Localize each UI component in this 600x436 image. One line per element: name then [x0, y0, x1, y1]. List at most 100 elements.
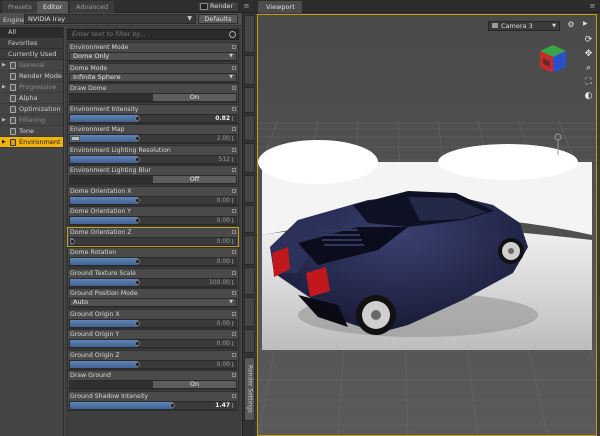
viewport-options-icon[interactable]: ▶ — [583, 20, 588, 27]
slider-knob[interactable] — [135, 218, 141, 223]
property-dropdown[interactable]: Auto ▼ — [69, 298, 237, 307]
orbit-icon[interactable]: ⟳ — [583, 35, 594, 46]
category-item[interactable]: Optimization — [0, 104, 63, 115]
property-options-icon[interactable] — [232, 373, 236, 377]
slider-knob[interactable] — [70, 238, 76, 244]
expand-icon[interactable]: ▶ — [2, 60, 6, 71]
property-options-icon[interactable] — [232, 393, 236, 398]
pan-icon[interactable]: ✥ — [583, 49, 594, 60]
slider-knob[interactable] — [135, 361, 141, 367]
value-slider[interactable]: 0.00 — [69, 339, 237, 348]
category-item[interactable]: ▶ General — [0, 60, 63, 71]
viewport-menu-icon[interactable]: ≡ — [588, 2, 597, 11]
property-options-icon[interactable] — [232, 352, 236, 357]
tab-advanced[interactable]: Advanced — [70, 1, 115, 13]
slider-value[interactable]: 100.00 — [209, 279, 230, 286]
category-item[interactable]: Render Mode — [0, 71, 63, 82]
property-options-icon[interactable] — [232, 65, 236, 70]
property-options-icon[interactable] — [232, 332, 236, 336]
slider-knob[interactable] — [135, 197, 141, 203]
side-tab-render-settings[interactable]: Render Settings — [244, 357, 255, 421]
value-slider[interactable]: 0.00 — [69, 257, 237, 266]
property-options-icon[interactable] — [232, 45, 236, 49]
value-slider[interactable]: 0.00 — [69, 359, 237, 369]
slider-value[interactable]: 0.00 — [217, 258, 230, 265]
property-options-icon[interactable] — [232, 106, 236, 111]
slider-knob[interactable] — [135, 115, 141, 121]
slider-knob[interactable] — [135, 156, 141, 162]
expand-icon[interactable]: ▶ — [2, 137, 6, 148]
property-dropdown[interactable]: Infinite Sphere ▼ — [69, 72, 237, 82]
value-slider[interactable]: 0.00 — [69, 216, 237, 225]
property-toggle[interactable]: On — [69, 380, 237, 389]
category-item[interactable]: ▶ Environment — [0, 137, 63, 148]
side-tab-7[interactable] — [244, 205, 255, 233]
slider-knob[interactable] — [135, 259, 141, 264]
slider-value[interactable]: 0.00 — [217, 197, 230, 204]
slider-value[interactable]: 0.82 — [215, 115, 230, 122]
slider-knob[interactable] — [135, 136, 141, 141]
value-slider[interactable]: 0.00 — [69, 195, 237, 205]
category-item[interactable]: Alpha — [0, 93, 63, 104]
property-toggle[interactable]: Off — [69, 175, 237, 184]
side-tab-8[interactable] — [244, 235, 255, 265]
slider-value[interactable]: 0.00 — [217, 361, 230, 368]
category-item[interactable]: Currently Used — [0, 49, 63, 60]
tab-viewport[interactable]: Viewport — [258, 1, 302, 13]
map-thumbnail[interactable] — [71, 136, 80, 141]
property-options-icon[interactable] — [232, 188, 236, 193]
property-options-icon[interactable] — [232, 86, 236, 90]
slider-value[interactable]: 2.00 — [217, 135, 230, 142]
render-button[interactable]: Render — [197, 1, 239, 12]
value-slider[interactable]: 0.00 — [69, 318, 237, 328]
zoom-icon[interactable]: ⌕ — [583, 63, 594, 74]
slider-value[interactable]: 0.00 — [217, 320, 230, 327]
side-tab-5[interactable] — [244, 143, 255, 173]
camera-select[interactable]: Camera 3 ▼ — [488, 21, 560, 31]
tab-presets[interactable]: Presets — [2, 1, 38, 13]
property-options-icon[interactable] — [232, 147, 236, 152]
slider-value[interactable]: 0.00 — [217, 238, 230, 245]
property-options-icon[interactable] — [232, 168, 236, 172]
property-options-icon[interactable] — [232, 250, 236, 254]
slider-knob[interactable] — [135, 279, 141, 285]
pane-menu-icon[interactable]: ≡ — [242, 2, 251, 11]
slider-value[interactable]: 1.47 — [215, 402, 230, 409]
slider-value[interactable]: 512 — [219, 156, 230, 163]
value-slider[interactable]: 0.82 — [69, 113, 237, 123]
value-slider[interactable]: 0.00 — [69, 236, 237, 246]
side-tab-2[interactable] — [244, 55, 255, 85]
category-item[interactable]: Tone Mapping — [0, 126, 63, 146]
side-tab-9[interactable] — [244, 267, 255, 295]
side-tab-1[interactable] — [244, 15, 255, 53]
slider-knob[interactable] — [169, 402, 175, 408]
property-options-icon[interactable] — [232, 127, 236, 131]
expand-icon[interactable]: ▶ — [2, 115, 6, 126]
reset-view-icon[interactable]: ◐ — [583, 91, 594, 102]
category-item[interactable]: ▶ Progressive ... — [0, 82, 63, 102]
category-item[interactable]: All — [0, 27, 63, 38]
expand-icon[interactable]: ▶ — [2, 82, 6, 93]
environment-map-slider[interactable]: 2.00 — [69, 134, 237, 143]
category-item[interactable]: Favorites — [0, 38, 63, 49]
frame-icon[interactable]: ⛶ — [583, 77, 594, 88]
viewport[interactable]: Camera 3 ▼ ⚙ ▶ ⟳ ✥ ⌕ ⛶ ◐ — [257, 14, 597, 436]
side-tab-4[interactable] — [244, 115, 255, 141]
defaults-button[interactable]: Defaults — [198, 14, 238, 24]
navcube-icon[interactable] — [538, 43, 568, 79]
gear-icon[interactable]: ⚙ — [566, 20, 576, 30]
tab-editor[interactable]: Editor — [37, 1, 69, 13]
category-item[interactable]: ▶ Filtering — [0, 115, 63, 126]
slider-value[interactable]: 0.00 — [217, 217, 230, 224]
property-options-icon[interactable] — [232, 311, 236, 316]
value-slider[interactable]: 100.00 — [69, 277, 237, 287]
slider-knob[interactable] — [135, 320, 141, 326]
property-toggle[interactable]: On — [69, 93, 237, 102]
side-tab-11[interactable] — [244, 329, 255, 353]
value-slider[interactable]: 512 — [69, 154, 237, 164]
engine-select[interactable]: NVIDIA Iray ▼ — [24, 14, 196, 24]
side-tab-6[interactable] — [244, 175, 255, 203]
property-options-icon[interactable] — [232, 270, 236, 275]
filter-input[interactable]: Enter text to filter by... — [67, 29, 239, 40]
side-tab-10[interactable] — [244, 297, 255, 327]
